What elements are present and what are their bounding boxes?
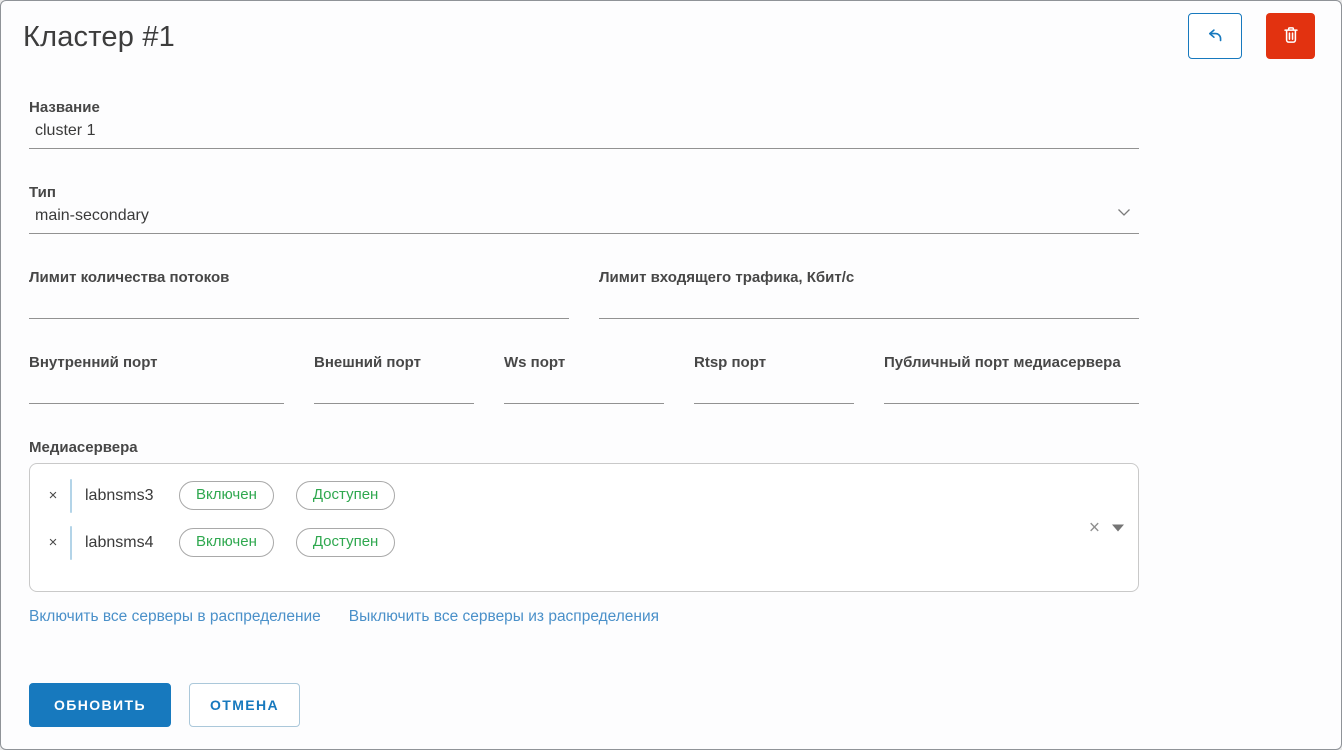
mediaservers-listbox[interactable]: × labnsms3 Включен Доступен × labnsms4 В…	[29, 463, 1139, 592]
rtsp-port-input[interactable]	[694, 371, 854, 404]
row-divider	[70, 526, 72, 560]
update-button[interactable]: ОБНОВИТЬ	[29, 683, 171, 727]
external-port-label: Внешний порт	[314, 354, 474, 371]
mediaservers-label: Медиасервера	[29, 439, 1139, 456]
internal-port-input[interactable]	[29, 371, 284, 404]
public-port-label: Публичный порт медиасервера	[884, 354, 1139, 371]
field-traffic-limit: Лимит входящего трафика, Кбит/с	[599, 269, 1139, 319]
trash-icon	[1280, 24, 1302, 49]
server-row: × labnsms3 Включен Доступен	[30, 472, 1138, 519]
internal-port-label: Внутренний порт	[29, 354, 284, 371]
clear-selection-icon[interactable]: ×	[1089, 518, 1100, 537]
status-badge-enabled: Включен	[179, 481, 274, 510]
mediaservers-section: Медиасервера × labnsms3 Включен Доступен…	[29, 439, 1139, 592]
ports-row: Внутренний порт Внешний порт Ws порт Rts…	[29, 354, 1139, 404]
field-internal-port: Внутренний порт	[29, 354, 284, 404]
header-actions	[1188, 13, 1315, 59]
field-name: Название	[29, 99, 1139, 149]
server-name: labnsms3	[85, 487, 163, 505]
type-select-value[interactable]	[29, 201, 1139, 234]
page-header: Кластер #1	[1, 1, 1341, 63]
delete-button[interactable]	[1266, 13, 1315, 59]
disable-all-servers-link[interactable]: Выключить все серверы из распределения	[349, 608, 659, 626]
status-badge-enabled: Включен	[179, 528, 274, 557]
cluster-edit-page: Кластер #1	[0, 0, 1342, 750]
stream-limit-input[interactable]	[29, 286, 569, 319]
rtsp-port-label: Rtsp порт	[694, 354, 854, 371]
status-badge-available: Доступен	[296, 481, 395, 510]
caret-down-icon[interactable]	[1112, 524, 1124, 531]
external-port-input[interactable]	[314, 371, 474, 404]
cancel-button[interactable]: ОТМЕНА	[189, 683, 300, 727]
traffic-limit-input[interactable]	[599, 286, 1139, 319]
name-input[interactable]	[29, 116, 1139, 149]
stream-limit-label: Лимит количества потоков	[29, 269, 569, 286]
undo-button[interactable]	[1188, 13, 1242, 59]
type-select[interactable]	[29, 201, 1139, 234]
name-label: Название	[29, 99, 1139, 116]
enable-all-servers-link[interactable]: Включить все серверы в распределение	[29, 608, 321, 626]
server-row: × labnsms4 Включен Доступен	[30, 519, 1138, 566]
public-port-input[interactable]	[884, 371, 1139, 404]
remove-server-icon[interactable]: ×	[42, 488, 64, 503]
field-type: Тип	[29, 184, 1139, 234]
undo-arrow-icon	[1203, 23, 1227, 50]
ws-port-label: Ws порт	[504, 354, 664, 371]
distribution-links: Включить все серверы в распределение Вык…	[29, 608, 1139, 626]
listbox-controls: ×	[1089, 518, 1124, 537]
field-stream-limit: Лимит количества потоков	[29, 269, 569, 319]
form-actions: ОБНОВИТЬ ОТМЕНА	[29, 683, 1139, 727]
field-public-port: Публичный порт медиасервера	[884, 354, 1139, 404]
field-rtsp-port: Rtsp порт	[694, 354, 854, 404]
limits-row: Лимит количества потоков Лимит входящего…	[29, 269, 1139, 319]
type-label: Тип	[29, 184, 1139, 201]
traffic-limit-label: Лимит входящего трафика, Кбит/с	[599, 269, 1139, 286]
ws-port-input[interactable]	[504, 371, 664, 404]
row-divider	[70, 479, 72, 513]
status-badge-available: Доступен	[296, 528, 395, 557]
remove-server-icon[interactable]: ×	[42, 535, 64, 550]
field-ws-port: Ws порт	[504, 354, 664, 404]
page-title: Кластер #1	[23, 21, 175, 54]
field-external-port: Внешний порт	[314, 354, 474, 404]
cluster-form: Название Тип Лимит количества потоков	[29, 99, 1139, 727]
server-name: labnsms4	[85, 534, 163, 552]
